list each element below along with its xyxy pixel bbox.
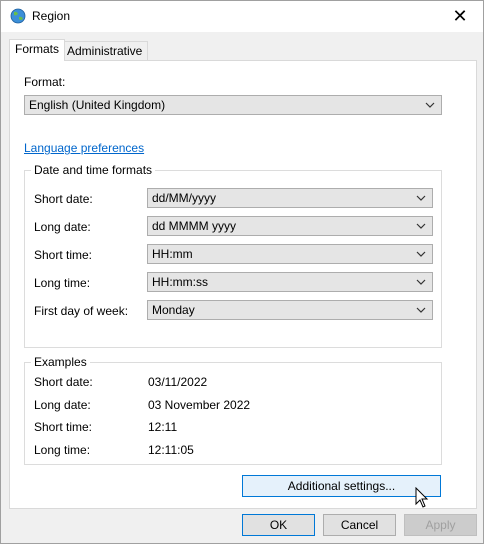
long-date-label: Long date:	[34, 220, 91, 234]
cancel-button[interactable]: Cancel	[323, 514, 396, 536]
formats-panel: Format: English (United Kingdom) Languag…	[9, 60, 477, 509]
short-time-select[interactable]: HH:mm	[147, 244, 433, 264]
long-date-value: dd MMMM yyyy	[152, 219, 236, 233]
long-time-value: HH:mm:ss	[152, 275, 208, 289]
example-short-date-label: Short date:	[34, 375, 93, 389]
format-label: Format:	[24, 75, 66, 89]
close-button[interactable]: ✕	[437, 1, 483, 32]
short-date-select[interactable]: dd/MM/yyyy	[147, 188, 433, 208]
first-day-select[interactable]: Monday	[147, 300, 433, 320]
example-long-time-value: 12:11:05	[148, 443, 194, 457]
chevron-down-icon	[416, 307, 426, 313]
example-long-date-label: Long date:	[34, 398, 91, 412]
first-day-value: Monday	[152, 303, 195, 317]
region-dialog: Region ✕ Formats Administrative Format: …	[0, 0, 484, 544]
window-title: Region	[32, 9, 71, 23]
short-time-label: Short time:	[34, 248, 93, 262]
short-date-label: Short date:	[34, 192, 93, 206]
chevron-down-icon	[416, 223, 426, 229]
long-date-select[interactable]: dd MMMM yyyy	[147, 216, 433, 236]
example-long-date-value: 03 November 2022	[148, 398, 251, 412]
example-short-time-label: Short time:	[34, 420, 93, 434]
long-time-select[interactable]: HH:mm:ss	[147, 272, 433, 292]
chevron-down-icon	[425, 102, 435, 108]
examples-title: Examples	[31, 355, 90, 369]
ok-button[interactable]: OK	[242, 514, 315, 536]
date-time-formats-group: Date and time formats Short date: dd/MM/…	[24, 163, 442, 348]
close-icon: ✕	[452, 6, 468, 26]
title-bar: Region ✕	[1, 1, 483, 32]
chevron-down-icon	[416, 279, 426, 285]
short-time-value: HH:mm	[152, 247, 193, 261]
format-select-value: English (United Kingdom)	[29, 98, 166, 112]
chevron-down-icon	[416, 251, 426, 257]
examples-group: Examples Short date: 03/11/2022 Long dat…	[24, 355, 442, 465]
short-date-value: dd/MM/yyyy	[152, 191, 217, 205]
long-time-label: Long time:	[34, 276, 91, 290]
date-time-formats-title: Date and time formats	[31, 163, 156, 177]
tab-administrative[interactable]: Administrative	[61, 41, 149, 60]
example-short-date-value: 03/11/2022	[148, 375, 208, 389]
example-short-time-value: 12:11	[148, 420, 178, 434]
example-long-time-label: Long time:	[34, 443, 91, 457]
first-day-label: First day of week:	[34, 304, 129, 318]
apply-button[interactable]: Apply	[404, 514, 477, 536]
format-select[interactable]: English (United Kingdom)	[24, 95, 442, 115]
additional-settings-button[interactable]: Additional settings...	[242, 475, 441, 497]
chevron-down-icon	[416, 195, 426, 201]
language-preferences-link[interactable]: Language preferences	[24, 141, 144, 155]
globe-icon	[10, 8, 26, 24]
tab-formats[interactable]: Formats	[9, 39, 66, 61]
mouse-pointer-icon	[415, 487, 429, 508]
